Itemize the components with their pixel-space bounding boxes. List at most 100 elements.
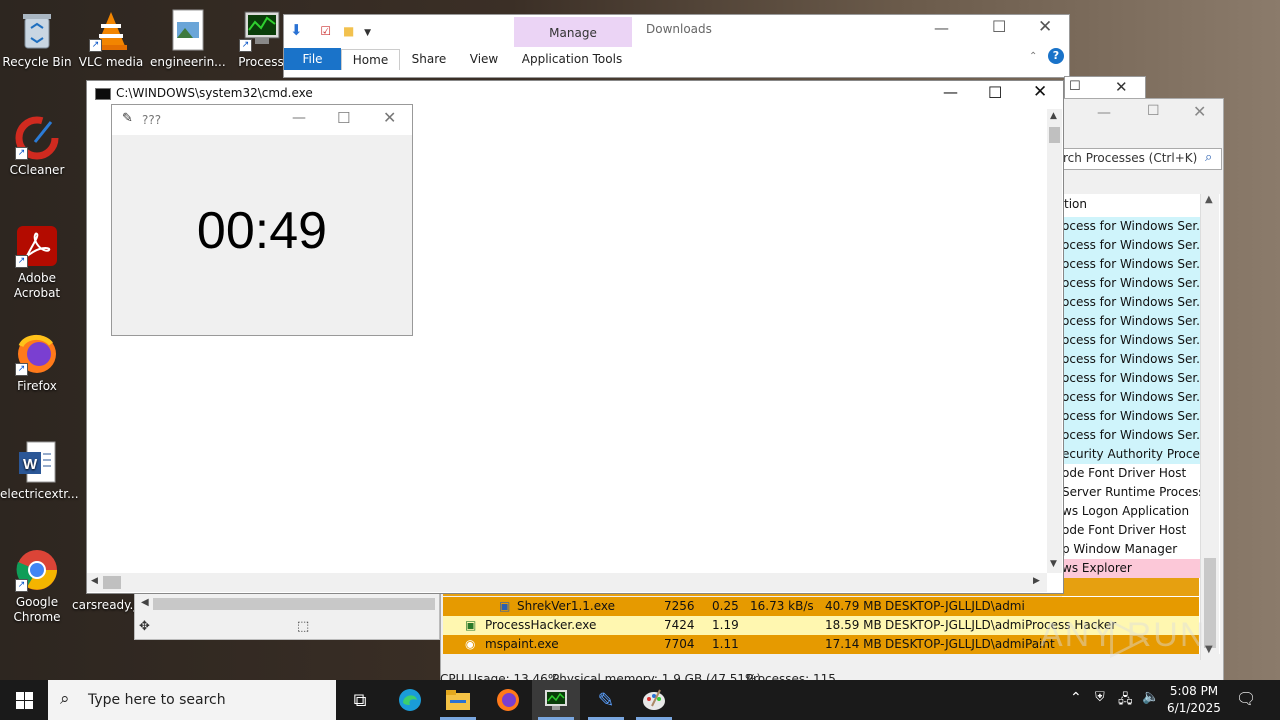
minimize-button[interactable]: — [934, 19, 949, 37]
status-bar: CPU Usage: 13.46% Physical memory: 1.9 G… [440, 672, 836, 680]
close-button[interactable]: ✕ [1038, 17, 1052, 37]
description-cell: ode Font Driver Host [1062, 464, 1200, 483]
maximize-button[interactable]: ☐ [992, 17, 1006, 36]
desktop-icon-adobe-acrobat[interactable]: ↗ Adobe Acrobat [0, 224, 74, 301]
desktop-icon-google-chrome[interactable]: ↗ Google Chrome [0, 548, 74, 625]
description-cell: p Window Manager [1062, 540, 1200, 559]
edge-icon[interactable] [386, 680, 434, 720]
task-view-icon[interactable]: ⧉ [336, 680, 384, 720]
timer-titlebar[interactable]: ✎ ??? — ☐ ✕ [112, 105, 412, 135]
manage-contextual-tab[interactable]: Manage [514, 17, 632, 47]
desktop-icon-ccleaner[interactable]: ↗ CCleaner [0, 116, 74, 178]
background-window-titlebar[interactable]: ☐ ✕ [1064, 76, 1146, 100]
description-cell: ws Explorer [1062, 559, 1200, 578]
network-icon[interactable]: 🖧 [1118, 690, 1133, 712]
description-cell: ocess for Windows Ser... [1062, 350, 1200, 369]
description-cell: ocess for Windows Ser... [1062, 255, 1200, 274]
tab-share[interactable]: Share [402, 49, 456, 69]
vlc-cone-icon: ↗ [89, 8, 133, 52]
close-button[interactable]: ✕ [1193, 102, 1206, 121]
timer-window[interactable]: ✎ ??? — ☐ ✕ 00:49 [111, 104, 413, 336]
selection-icon[interactable]: ⬚ [297, 619, 309, 634]
folder-icon[interactable]: ■ [343, 24, 354, 38]
search-icon: ⌕ [60, 689, 70, 709]
description-cell: ocess for Windows Ser... [1062, 293, 1200, 312]
scroll-down-icon[interactable]: ▼ [1050, 559, 1057, 569]
cmd-vertical-scrollbar[interactable]: ▲ ▼ [1047, 109, 1062, 573]
firefox-icon: ↗ [15, 332, 59, 376]
scroll-up-icon[interactable]: ▲ [1050, 111, 1057, 121]
scroll-left-icon[interactable]: ◀ [141, 597, 149, 608]
download-arrow-icon[interactable]: ⬇ [290, 21, 303, 39]
recycle-bin-icon [15, 8, 59, 52]
volume-icon[interactable]: 🔈 [1142, 689, 1159, 705]
feather-icon[interactable]: ✎ [582, 680, 630, 720]
move-icon[interactable]: ✥ [139, 619, 150, 634]
tab-file[interactable]: File [284, 48, 341, 70]
description-cell: ocess for Windows Ser... [1062, 407, 1200, 426]
tab-application-tools[interactable]: Application Tools [516, 49, 628, 69]
desktop-icon-word-doc[interactable]: W electricextr... [0, 440, 79, 502]
start-button[interactable] [0, 680, 48, 720]
desktop-icon-engineering[interactable]: engineerin... [150, 8, 226, 70]
scroll-right-icon[interactable]: ▶ [1033, 576, 1040, 586]
taskbar-search-box[interactable]: ⌕ Type here to search [48, 680, 336, 720]
scrollbar-thumb[interactable] [103, 576, 121, 589]
maximize-button[interactable]: ☐ [337, 109, 350, 127]
scroll-left-icon[interactable]: ◀ [91, 576, 98, 586]
description-cell: ocess for Windows Ser... [1062, 369, 1200, 388]
description-cell: ocess for Windows Ser... [1062, 274, 1200, 293]
maximize-button[interactable]: ☐ [988, 83, 1002, 102]
file-explorer-icon[interactable] [434, 680, 482, 720]
desktop-icon-vlc[interactable]: ↗ VLC media [74, 8, 148, 70]
process-hacker-taskbar-icon[interactable] [532, 680, 580, 720]
column-header-description[interactable]: tion [1064, 197, 1087, 211]
description-cell: ocess for Windows Ser... [1062, 426, 1200, 445]
minimize-button[interactable]: — [943, 83, 958, 101]
show-hidden-icons-chevron[interactable]: ⌃ [1070, 690, 1082, 706]
tab-home[interactable]: Home [341, 49, 400, 70]
security-icon[interactable]: ⛨ [1095, 690, 1105, 705]
desktop-icon-firefox[interactable]: ↗ Firefox [0, 332, 74, 394]
description-cell: ode Font Driver Host [1062, 521, 1200, 540]
cmd-horizontal-scrollbar[interactable]: ◀ ▶ [87, 573, 1047, 592]
system-clock[interactable]: 5:08 PM 6/1/2025 [1166, 683, 1222, 717]
minimize-button[interactable]: — [1097, 105, 1111, 121]
anyrun-watermark: ▷ ANY RUN [1040, 606, 1207, 664]
desktop-icon-carsready[interactable]: carsready.j [72, 598, 140, 613]
feather-icon: ✎ [122, 111, 133, 126]
cmd-titlebar[interactable]: C:\WINDOWS\system32\cmd.exe — ☐ ✕ [87, 81, 1063, 105]
shortcut-arrow-icon: ↗ [15, 579, 28, 592]
svg-text:W: W [23, 456, 38, 473]
firefox-icon[interactable] [484, 680, 532, 720]
quick-access-toolbar: ⬇ ☑ ■ ▼ [290, 21, 371, 39]
desktop-icon-recycle-bin[interactable]: Recycle Bin [0, 8, 74, 70]
paint-icon[interactable] [630, 680, 678, 720]
help-icon[interactable]: ? [1048, 48, 1064, 64]
file-explorer-window[interactable]: ⬇ ☑ ■ ▼ Manage Downloads — ☐ ✕ File Home… [283, 14, 1070, 78]
search-icon[interactable]: ⌕ [1205, 150, 1212, 165]
taskbar: ⌕ Type here to search ⧉ ✎ ⌃ ⛨ 🖧 🔈 5:08 P… [0, 680, 1280, 720]
minimize-button[interactable]: — [292, 110, 306, 126]
description-cell: ocess for Windows Ser... [1062, 217, 1200, 236]
description-cell: ocess for Windows Ser... [1062, 331, 1200, 350]
process-search-input[interactable]: rch Processes (Ctrl+K) ⌕ [1062, 148, 1222, 170]
close-button[interactable]: ✕ [383, 108, 396, 127]
close-button[interactable]: ✕ [1115, 78, 1128, 96]
image-file-icon [165, 8, 209, 52]
maximize-button[interactable]: ☐ [1069, 79, 1081, 94]
notification-center-icon[interactable]: 🗨 [1236, 689, 1256, 708]
horizontal-scrollbar-thumb[interactable] [153, 598, 435, 610]
scroll-up-icon[interactable]: ▲ [1205, 194, 1213, 205]
tab-view[interactable]: View [458, 49, 510, 69]
chevron-down-icon[interactable]: ▼ [364, 28, 371, 38]
collapse-ribbon-icon[interactable]: ⌃ [1029, 51, 1037, 62]
maximize-button[interactable]: ☐ [1147, 103, 1160, 119]
process-hacker-icon: ▣ [465, 618, 477, 632]
scrollbar-thumb[interactable] [1049, 127, 1060, 143]
properties-icon[interactable]: ☑ [320, 24, 331, 38]
description-cell: ecurity Authority Proce... [1062, 445, 1200, 464]
close-button[interactable]: ✕ [1033, 82, 1047, 102]
process-list-scrollbar[interactable]: ▲ ▼ [1200, 194, 1219, 660]
description-cell: ocess for Windows Ser... [1062, 312, 1200, 331]
